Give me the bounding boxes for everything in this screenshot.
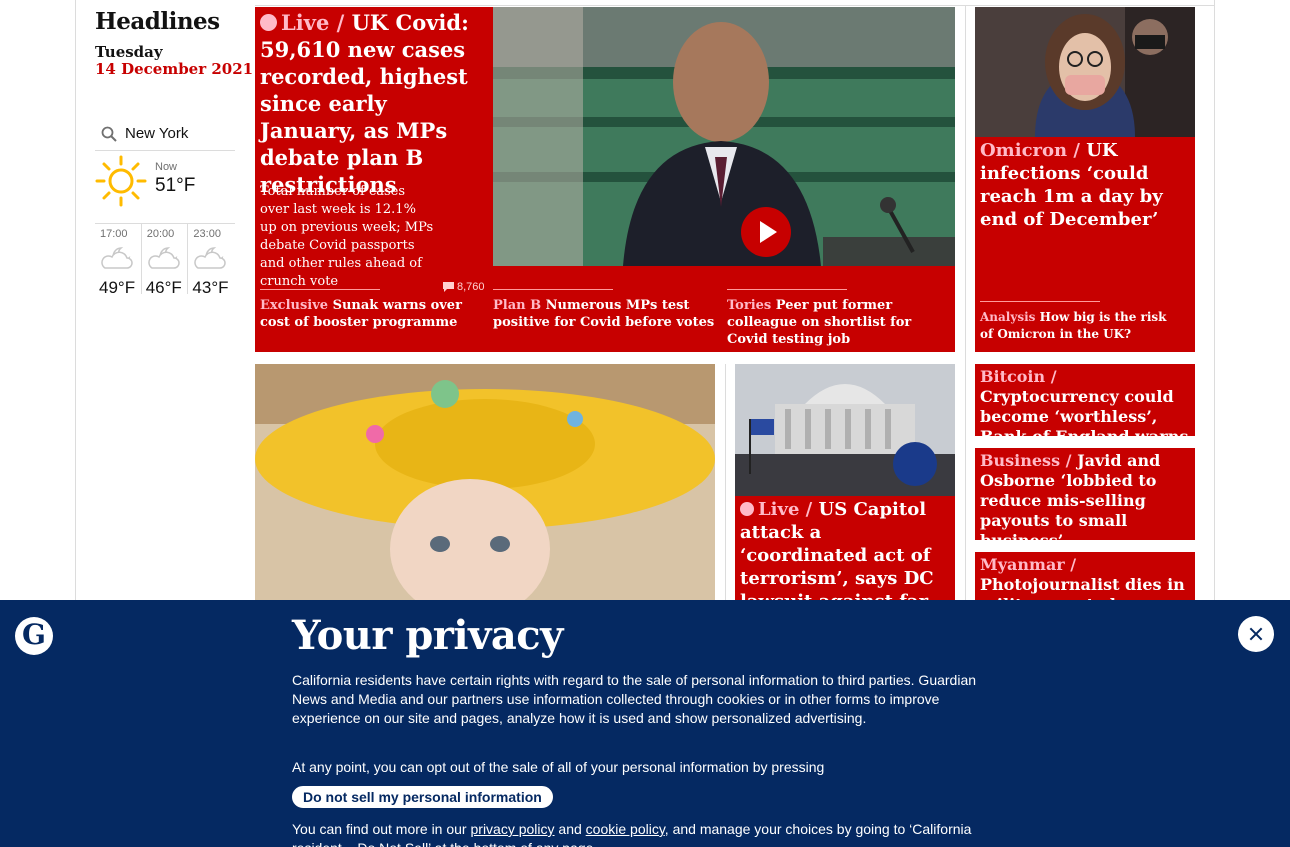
cookie-policy-link[interactable]: cookie policy (586, 821, 665, 837)
bitcoin-story[interactable]: Bitcoin / Cryptocurrency could become ‘w… (975, 364, 1195, 446)
story-kicker: Business (980, 451, 1061, 470)
comment-icon (443, 282, 454, 292)
story-kicker: Bitcoin (980, 367, 1046, 386)
weather-now-temp: 51°F (155, 175, 196, 196)
live-dot-icon (740, 502, 754, 516)
privacy-more-and: and (558, 821, 582, 837)
privacy-title: Your privacy (292, 612, 563, 659)
column-divider (725, 364, 726, 604)
capitol-headline[interactable]: Live / US Capitol attack a ‘coordinated … (740, 498, 952, 609)
related-link[interactable]: Exclusive Sunak warns over cost of boost… (260, 289, 475, 331)
weather-forecast: 17:00 49°F 20:00 46°F 23:00 43°F (95, 224, 235, 297)
toddler-photo (255, 364, 715, 609)
comment-count-value: 8,760 (457, 281, 485, 293)
privacy-optout-text: At any point, you can opt out of the sal… (292, 759, 825, 775)
analysis-kicker: Analysis (980, 310, 1036, 324)
commons-photo (493, 7, 955, 266)
omicron-headline[interactable]: Omicron / UK infections ‘could reach 1m … (980, 139, 1192, 231)
weather-now: Now 51°F (95, 151, 235, 224)
main-story-card[interactable]: Live / UK Covid: 59,610 new cases record… (255, 7, 955, 352)
omicron-story-card[interactable]: Omicron / UK infections ‘could reach 1m … (975, 7, 1195, 352)
story-kicker: Myanmar (980, 555, 1065, 574)
guardian-logo-icon: G (15, 617, 53, 655)
column-divider (965, 6, 966, 606)
capitol-story-image (735, 364, 955, 496)
forecast-time: 17:00 (100, 228, 128, 240)
forecast-temp: 49°F (99, 278, 136, 297)
main-story-image[interactable] (493, 7, 955, 266)
play-video-button[interactable] (741, 207, 791, 257)
capitol-story-card[interactable]: Live / US Capitol attack a ‘coordinated … (735, 364, 955, 609)
do-not-sell-button[interactable]: Do not sell my personal information (292, 786, 553, 808)
weather-location[interactable]: New York (125, 125, 188, 142)
forecast-temp: 46°F (145, 278, 182, 297)
related-links: Exclusive Sunak warns over cost of boost… (255, 289, 955, 348)
privacy-more-start: You can find out more in our (292, 821, 467, 837)
close-icon[interactable] (1238, 616, 1274, 652)
weather-widget: New York Now 51°F 17:00 49°F 20:00 46°F … (95, 117, 235, 297)
date-full: 14 December 2021 (95, 60, 254, 78)
main-headline[interactable]: Live / UK Covid: 59,610 new cases record… (260, 9, 490, 198)
live-dot-icon (260, 14, 277, 31)
related-link[interactable]: Plan B Numerous MPs test positive for Co… (493, 289, 718, 331)
capitol-photo (735, 364, 955, 496)
section-title: Headlines (95, 8, 220, 35)
privacy-policy-link[interactable]: privacy policy (471, 821, 555, 837)
related-kicker: Tories (727, 298, 772, 313)
related-link[interactable]: Tories Peer put former colleague on shor… (727, 289, 942, 348)
weather-now-label: Now (155, 161, 178, 173)
analysis-link[interactable]: Analysis How big is the risk of Omicron … (980, 301, 1180, 343)
forecast-slot: 20:00 46°F (142, 224, 189, 297)
top-rule (255, 0, 1215, 6)
related-kicker: Exclusive (260, 298, 329, 313)
cloud-moon-icon (194, 247, 227, 269)
comment-count[interactable]: 8,760 (443, 281, 485, 293)
privacy-text: California residents have certain rights… (292, 672, 977, 726)
forecast-slot: 23:00 43°F (188, 224, 235, 297)
main-standfirst: Total number of cases over last week is … (260, 184, 434, 289)
guardian-logo-letter: G (22, 618, 46, 651)
forecast-slot: 17:00 49°F (95, 224, 142, 297)
masked-woman-photo (975, 7, 1195, 137)
main-headline-text: UK Covid: 59,610 new cases recorded, hig… (260, 10, 469, 197)
privacy-banner: G Your privacy California residents have… (0, 600, 1290, 847)
live-kicker: Live (758, 499, 800, 520)
sun-icon (95, 155, 147, 207)
toddler-story-image[interactable] (255, 364, 715, 609)
cloud-moon-icon (147, 247, 180, 269)
live-kicker: Live (281, 10, 330, 35)
date-day: Tuesday (95, 43, 163, 61)
related-kicker: Plan B (493, 298, 542, 313)
weather-location-search[interactable]: New York (95, 117, 235, 151)
forecast-time: 23:00 (193, 228, 221, 240)
search-icon (101, 126, 117, 142)
business-story[interactable]: Business / Javid and Osborne ‘lobbied to… (975, 448, 1195, 550)
omicron-story-image (975, 7, 1195, 137)
omicron-kicker: Omicron (980, 140, 1068, 161)
story-text: Cryptocurrency could become ‘worthless’,… (980, 387, 1189, 446)
privacy-more-text: You can find out more in our privacy pol… (292, 820, 1002, 847)
forecast-temp: 43°F (192, 278, 229, 297)
cloud-moon-icon (101, 247, 133, 269)
forecast-time: 20:00 (146, 228, 175, 240)
